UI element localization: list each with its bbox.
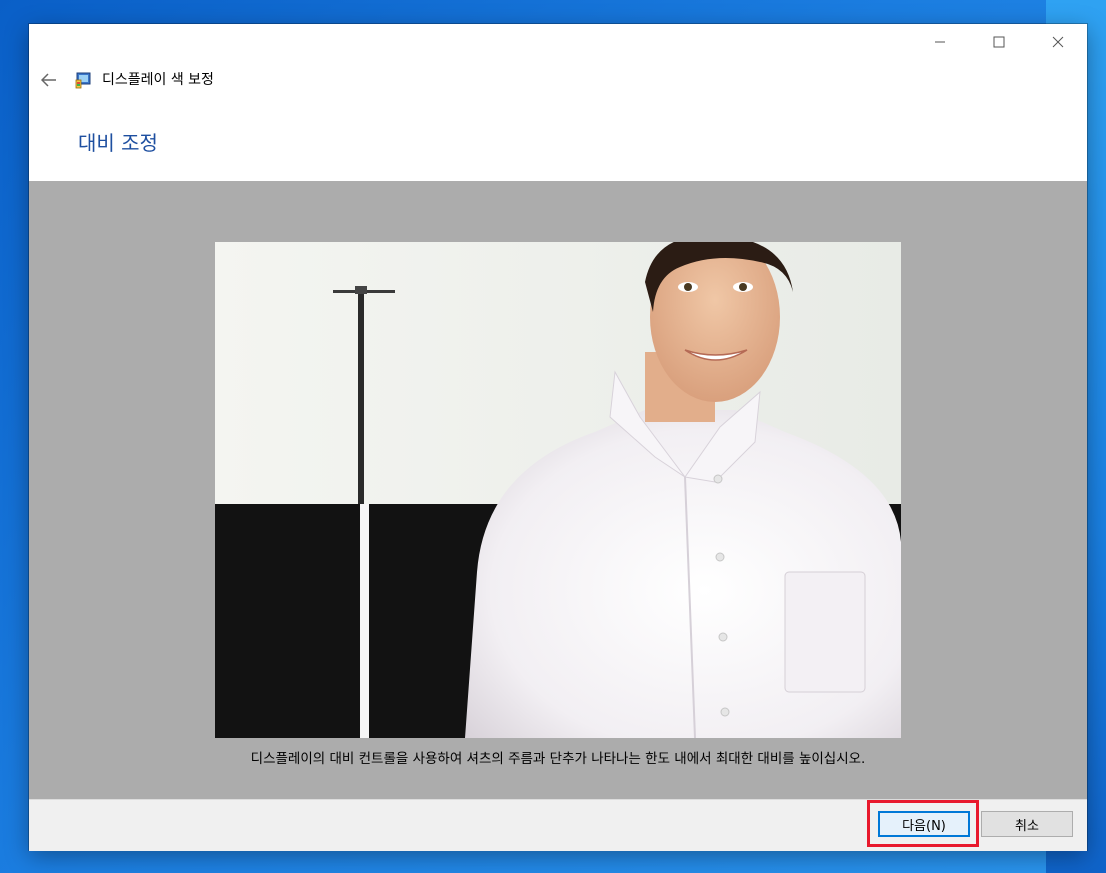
color-calibration-icon	[75, 72, 91, 89]
close-icon	[1052, 36, 1063, 48]
next-button[interactable]: 다음(N)	[878, 811, 970, 837]
navigation-row: 디스플레이 색 보정	[29, 68, 1087, 92]
minimize-icon	[934, 41, 945, 43]
cancel-button[interactable]: 취소	[981, 811, 1073, 837]
minimize-button[interactable]	[910, 24, 969, 60]
maximize-icon	[993, 36, 1004, 48]
reference-image	[215, 242, 901, 738]
window-title: 디스플레이 색 보정	[102, 72, 214, 88]
back-arrow-icon	[41, 73, 56, 87]
caption-buttons	[910, 24, 1087, 60]
contrast-reference-photo	[215, 242, 901, 738]
maximize-button[interactable]	[969, 24, 1028, 60]
close-button[interactable]	[1028, 24, 1087, 60]
calibration-window: 디스플레이 색 보정 대비 조정 디스플레이의 대비 컨트롤을 사용하여 셔츠의…	[29, 24, 1087, 851]
back-button[interactable]	[37, 68, 61, 92]
calibration-content: 디스플레이의 대비 컨트롤을 사용하여 셔츠의 주름과 단추가 나타나는 한도 …	[29, 181, 1087, 799]
page-heading: 대비 조정	[78, 131, 158, 155]
footer-bar: 다음(N) 취소	[29, 799, 1087, 851]
instruction-text: 디스플레이의 대비 컨트롤을 사용하여 셔츠의 주름과 단추가 나타나는 한도 …	[250, 751, 866, 767]
